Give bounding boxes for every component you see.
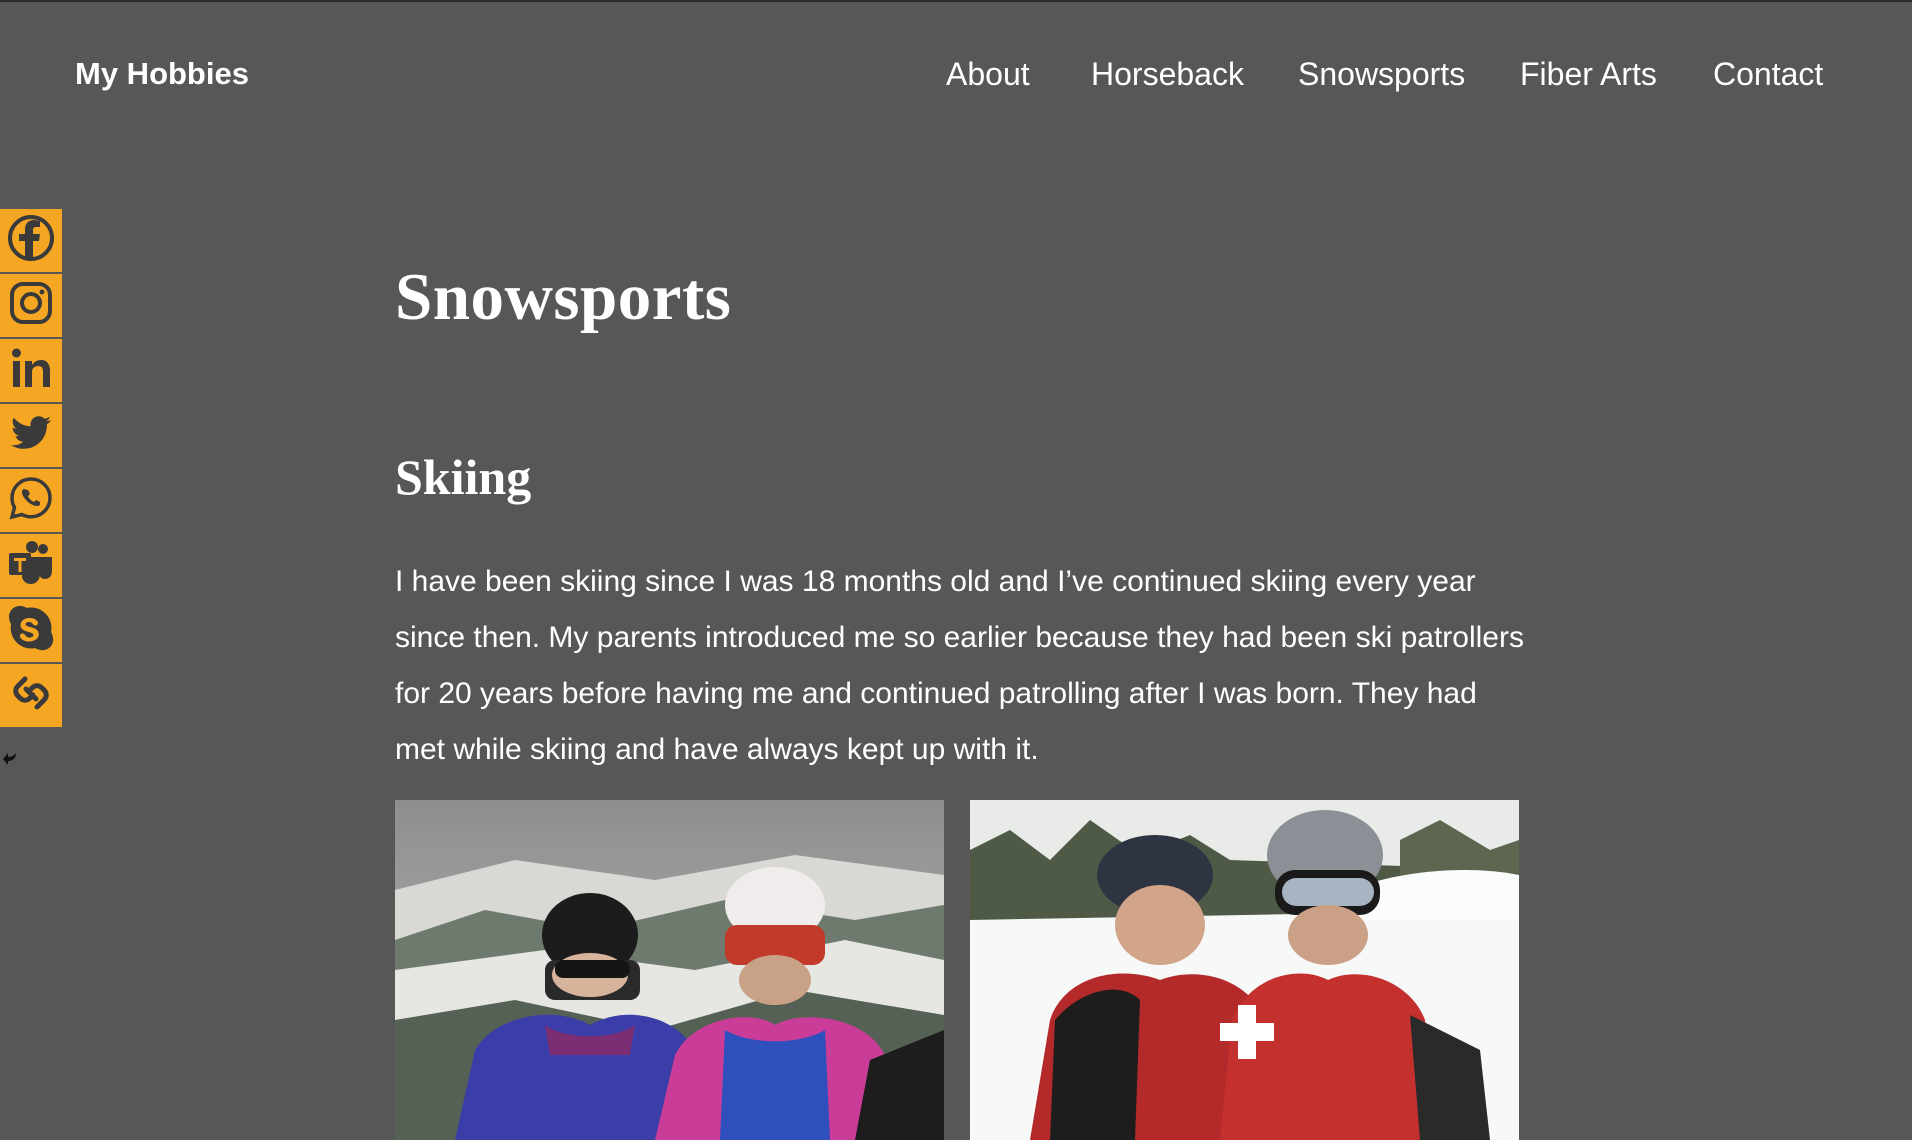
nav-item-snowsports[interactable]: Snowsports xyxy=(1298,56,1465,93)
share-twitter-button[interactable] xyxy=(0,404,62,469)
page-title: Snowsports xyxy=(395,260,732,334)
share-skype-button[interactable] xyxy=(0,599,62,664)
skiing-photo-parents xyxy=(395,800,944,1140)
share-instagram-button[interactable] xyxy=(0,274,62,339)
main-nav: About Horseback Snowsports Fiber Arts Co… xyxy=(0,56,1912,96)
instagram-icon xyxy=(6,278,56,333)
skype-icon xyxy=(6,603,56,658)
whatsapp-icon xyxy=(6,473,56,528)
hide-share-bar-toggle[interactable] xyxy=(2,749,20,769)
nav-item-fiber-arts[interactable]: Fiber Arts xyxy=(1520,56,1657,93)
skiing-paragraph: I have been skiing since I was 18 months… xyxy=(395,565,1524,766)
nav-item-about[interactable]: About xyxy=(946,56,1030,93)
teams-icon xyxy=(6,538,56,593)
site-header: My Hobbies About Horseback Snowsports Fi… xyxy=(0,2,1912,147)
linkedin-icon xyxy=(6,343,56,398)
nav-item-horseback[interactable]: Horseback xyxy=(1091,56,1244,93)
copy-link-icon xyxy=(6,668,56,723)
twitter-icon xyxy=(6,408,56,463)
share-facebook-button[interactable] xyxy=(0,209,62,274)
share-teams-button[interactable] xyxy=(0,534,62,599)
skiing-photo-patrollers xyxy=(970,800,1519,1140)
share-whatsapp-button[interactable] xyxy=(0,469,62,534)
share-linkedin-button[interactable] xyxy=(0,339,62,404)
facebook-icon xyxy=(6,213,56,268)
section-title-skiing: Skiing xyxy=(395,449,532,505)
social-share-bar xyxy=(0,209,62,765)
hide-arrow-icon xyxy=(2,753,20,773)
nav-item-contact[interactable]: Contact xyxy=(1713,56,1823,93)
share-copy-link-button[interactable] xyxy=(0,664,62,729)
